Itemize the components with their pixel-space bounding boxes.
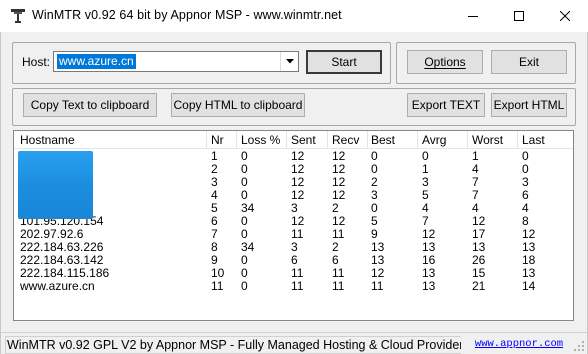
options-button[interactable]: Options (407, 50, 483, 74)
cell-nr: 11 (211, 279, 224, 293)
column-header-worst[interactable]: Worst (472, 133, 503, 147)
host-combobox[interactable]: www.azure.cn (53, 51, 299, 72)
cell-best: 11 (371, 279, 384, 293)
start-button[interactable]: Start (306, 50, 382, 74)
host-label: Host: (22, 55, 51, 69)
status-bar: WinMTR v0.92 GPL V2 by Appnor MSP - Full… (1, 332, 587, 354)
column-header-nr[interactable]: Nr (211, 133, 224, 147)
column-divider[interactable] (286, 131, 287, 148)
results-table[interactable]: Hostname Nr Loss % Sent Recv Best Avrg W… (13, 130, 574, 321)
column-header-best[interactable]: Best (371, 133, 395, 147)
close-icon (560, 11, 570, 21)
status-text: WinMTR v0.92 GPL V2 by Appnor MSP - Full… (5, 336, 461, 354)
column-header-recv[interactable]: Recv (332, 133, 359, 147)
exit-label: Exit (518, 55, 539, 69)
copy-html-button[interactable]: Copy HTML to clipboard (171, 93, 305, 117)
window-title: WinMTR v0.92 64 bit by Appnor MSP - www.… (32, 8, 342, 22)
copy-text-button[interactable]: Copy Text to clipboard (23, 93, 157, 117)
cell-last: 14 (522, 279, 536, 293)
column-header-loss[interactable]: Loss % (241, 133, 280, 147)
table-header: Hostname Nr Loss % Sent Recv Best Avrg W… (14, 131, 573, 149)
cell-worst: 21 (472, 279, 486, 293)
cell-recv: 11 (332, 279, 345, 293)
minimize-button[interactable] (450, 0, 496, 32)
combo-dropdown-button[interactable] (280, 52, 298, 71)
minimize-icon (468, 16, 478, 17)
column-header-last[interactable]: Last (522, 133, 545, 147)
column-divider[interactable] (206, 131, 207, 148)
chevron-down-icon (285, 59, 294, 64)
cell-loss: 0 (241, 279, 248, 293)
close-button[interactable] (542, 0, 588, 32)
export-text-button[interactable]: Export TEXT (407, 93, 485, 117)
column-header-sent[interactable]: Sent (291, 133, 316, 147)
cell-sent: 11 (291, 279, 304, 293)
column-divider[interactable] (327, 131, 328, 148)
title-bar[interactable]: WinMTR v0.92 64 bit by Appnor MSP - www.… (0, 0, 588, 32)
host-input[interactable]: www.azure.cn (57, 54, 136, 69)
winmtr-app-icon (10, 8, 26, 24)
options-label: Options (424, 55, 466, 69)
column-divider[interactable] (367, 131, 368, 148)
cell-avrg: 13 (422, 279, 436, 293)
column-divider[interactable] (517, 131, 518, 148)
column-header-hostname[interactable]: Hostname (20, 133, 75, 147)
appnor-link[interactable]: www.appnor.com (463, 336, 575, 352)
table-row[interactable]: www.azure.cn 11 0 11 11 11 13 21 14 (14, 280, 573, 293)
column-divider[interactable] (236, 131, 237, 148)
cell-hostname: www.azure.cn (20, 279, 95, 293)
column-divider[interactable] (417, 131, 418, 148)
exit-button[interactable]: Exit (491, 50, 567, 74)
column-divider[interactable] (467, 131, 468, 148)
redaction-overlay (18, 151, 93, 219)
maximize-button[interactable] (496, 0, 542, 32)
maximize-icon (514, 11, 524, 21)
column-header-avrg[interactable]: Avrg (422, 133, 446, 147)
resize-grip-icon[interactable] (573, 340, 585, 352)
export-html-button[interactable]: Export HTML (491, 93, 567, 117)
